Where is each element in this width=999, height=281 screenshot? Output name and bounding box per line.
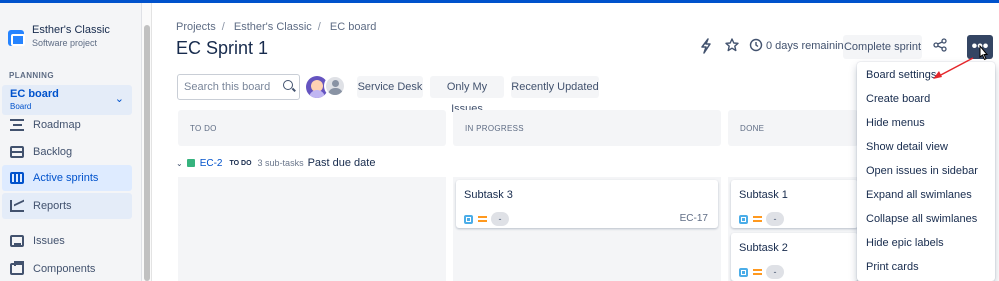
roadmap-icon — [10, 119, 24, 131]
clock-icon — [748, 38, 764, 54]
sidebar-item-components[interactable]: Components — [2, 256, 132, 281]
subtask-icon — [464, 215, 473, 224]
sidebar-scrollbar[interactable] — [142, 3, 152, 281]
page-title: EC Sprint 1 — [176, 38, 269, 58]
breadcrumb-project[interactable]: Esther's Classic — [234, 21, 312, 33]
column-header-in-progress: IN PROGRESS — [453, 110, 721, 146]
planning-section-label: PLANNING — [9, 71, 54, 80]
issues-icon — [10, 235, 24, 247]
filter-only-my-issues[interactable]: Only My Issues — [430, 76, 504, 115]
menu-item-create-board[interactable]: Create board — [857, 87, 995, 111]
reports-icon — [10, 200, 24, 212]
sidebar: Esther's Classic Software project PLANNI… — [0, 3, 142, 281]
priority-medium-icon — [478, 216, 487, 222]
estimate-badge: - — [766, 265, 784, 279]
menu-item-hide-epic-labels[interactable]: Hide epic labels — [857, 231, 995, 255]
menu-item-collapse-swimlanes[interactable]: Collapse all swimlanes — [857, 207, 995, 231]
card-title: Subtask 1 — [739, 189, 788, 201]
days-remaining: 0 days remaining — [766, 40, 850, 52]
share-icon[interactable] — [932, 38, 948, 54]
subtask-icon — [739, 215, 748, 224]
complete-sprint-button[interactable]: Complete sprint — [843, 35, 922, 59]
filter-service-desk[interactable]: Service Desk — [357, 76, 423, 98]
menu-item-print-cards[interactable]: Print cards — [857, 255, 995, 279]
column-title: DONE — [740, 124, 765, 133]
lightning-icon[interactable] — [698, 38, 714, 54]
issue-key[interactable]: EC-2 — [200, 158, 223, 169]
breadcrumb-board[interactable]: EC board — [330, 21, 376, 33]
sidebar-item-issues[interactable]: Issues — [2, 228, 132, 254]
chevron-down-icon[interactable]: ⌄ — [176, 159, 183, 168]
sidebar-item-label: Components — [33, 263, 96, 275]
search-input[interactable] — [178, 75, 278, 99]
estimate-badge: - — [766, 212, 784, 226]
sidebar-item-label: Issues — [33, 235, 65, 247]
mouse-cursor-icon — [979, 45, 989, 61]
board-sub: Board — [10, 102, 32, 111]
menu-item-open-issues-sidebar[interactable]: Open issues in sidebar — [857, 159, 995, 183]
issue-card[interactable]: Subtask 1 - — [731, 180, 858, 228]
sidebar-item-roadmap[interactable]: Roadmap — [2, 112, 132, 138]
star-icon[interactable] — [724, 38, 740, 54]
menu-item-hide-menus[interactable]: Hide menus — [857, 111, 995, 135]
sidebar-item-label: Active sprints — [33, 172, 99, 184]
priority-medium-icon — [753, 269, 762, 275]
more-actions-menu: Board settings Create board Hide menus S… — [857, 62, 995, 281]
breadcrumb-projects[interactable]: Projects — [176, 21, 216, 33]
card-title: Subtask 2 — [739, 242, 788, 254]
subtask-icon — [739, 268, 748, 277]
project-header[interactable]: Esther's Classic Software project — [8, 23, 110, 50]
menu-item-show-detail-view[interactable]: Show detail view — [857, 135, 995, 159]
subtask-count: 3 sub-tasks — [257, 158, 304, 168]
priority-medium-icon — [753, 216, 762, 222]
board-name: EC board — [10, 88, 59, 100]
column-todo — [178, 177, 446, 281]
avatar-unassigned[interactable] — [324, 75, 346, 97]
sidebar-item-reports[interactable]: Reports — [2, 193, 132, 219]
board-switcher[interactable]: EC board Board ⌄ — [2, 85, 132, 115]
search-field[interactable] — [177, 74, 300, 100]
breadcrumb: Projects / Esther's Classic / EC board — [176, 21, 377, 33]
column-title: TO DO — [190, 124, 217, 133]
sidebar-item-label: Reports — [33, 200, 72, 212]
issue-card[interactable]: Subtask 3 - EC-17 — [456, 180, 718, 228]
column-title: IN PROGRESS — [465, 124, 524, 133]
sidebar-item-label: Roadmap — [33, 119, 81, 131]
search-icon[interactable] — [283, 80, 293, 90]
chevron-down-icon: ⌄ — [114, 93, 124, 105]
issue-summary: Past due date — [307, 157, 376, 169]
card-key: EC-17 — [679, 213, 708, 224]
estimate-badge: - — [491, 212, 509, 226]
sidebar-item-label: Backlog — [33, 146, 73, 158]
status-badge: TO DO — [229, 159, 252, 167]
column-header-todo: TO DO — [178, 110, 446, 146]
column-header-done: DONE — [728, 110, 858, 146]
issue-card[interactable]: Subtask 2 - — [731, 233, 858, 281]
active-sprints-icon — [10, 172, 24, 184]
swimlane-header[interactable]: ⌄ EC-2 TO DO 3 sub-tasks Past due date — [176, 157, 375, 169]
project-name: Esther's Classic — [32, 24, 110, 36]
components-icon — [10, 261, 24, 275]
backlog-icon — [10, 146, 24, 158]
sidebar-item-active-sprints[interactable]: Active sprints — [2, 165, 132, 191]
sidebar-item-backlog[interactable]: Backlog — [2, 139, 132, 165]
menu-item-expand-swimlanes[interactable]: Expand all swimlanes — [857, 183, 995, 207]
annotation-arrow-icon — [933, 57, 974, 79]
story-icon — [186, 159, 195, 167]
card-title: Subtask 3 — [464, 189, 513, 201]
project-avatar-icon — [8, 30, 25, 46]
scrollbar-thumb[interactable] — [144, 25, 150, 281]
filter-recently-updated[interactable]: Recently Updated — [511, 76, 599, 98]
project-type: Software project — [32, 38, 98, 48]
